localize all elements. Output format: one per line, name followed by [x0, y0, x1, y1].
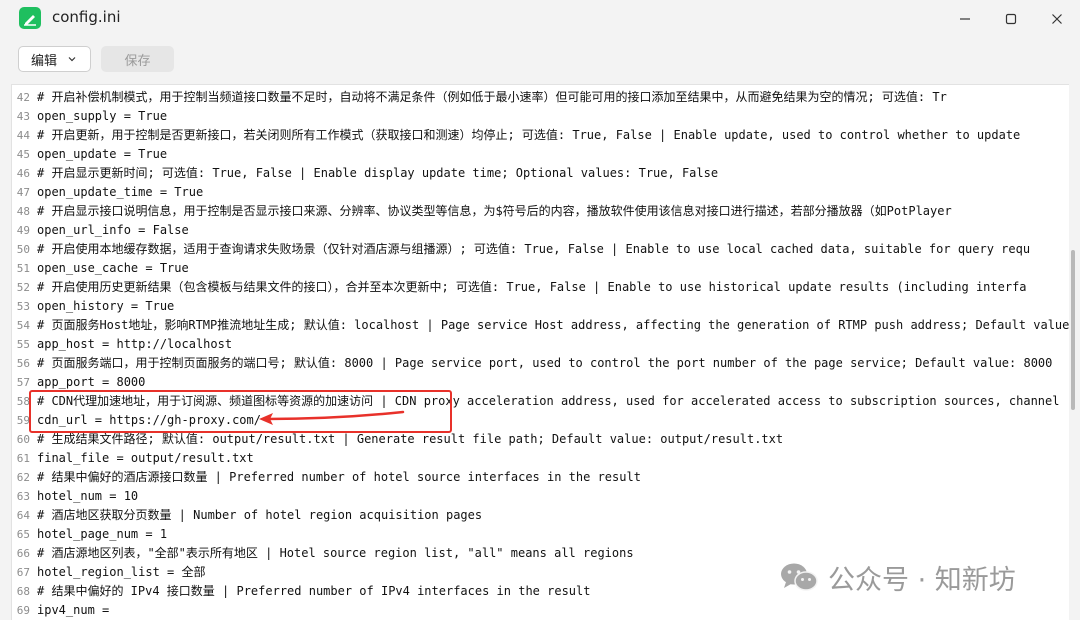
edit-label: 编辑: [31, 53, 58, 69]
vertical-scrollbar-thumb[interactable]: [1071, 250, 1075, 410]
line-number: 66: [16, 547, 30, 560]
line-text: # 开启显示接口说明信息，用于控制是否显示接口来源、分辨率、协议类型等信息，为$…: [37, 204, 952, 218]
code-line[interactable]: 64 # 酒店地区获取分页数量 | Number of hotel region …: [12, 506, 1069, 525]
line-number: 51: [16, 262, 30, 275]
line-text: # 结果中偏好的 IPv4 接口数量 | Preferred number of…: [37, 584, 591, 598]
save-button[interactable]: 保存: [101, 46, 174, 72]
maximize-button[interactable]: [988, 0, 1034, 38]
line-number: 56: [16, 357, 30, 370]
line-text: open_use_cache = True: [37, 261, 189, 275]
code-line[interactable]: 51 open_use_cache = True: [12, 259, 1069, 278]
line-number: 63: [16, 490, 30, 503]
code-line[interactable]: 54 # 页面服务Host地址，影响RTMP推流地址生成; 默认值: localh…: [12, 316, 1069, 335]
line-text: # 结果中偏好的酒店源接口数量 | Preferred number of ho…: [37, 470, 641, 484]
line-number: 53: [16, 300, 30, 313]
line-number: 62: [16, 471, 30, 484]
line-number: 54: [16, 319, 30, 332]
editor-lines: 42 # 开启补偿机制模式，用于控制当频道接口数量不足时，自动将不满足条件（例如低…: [12, 88, 1069, 620]
line-text: final_file = output/result.txt: [37, 451, 254, 465]
line-number: 59: [16, 414, 30, 427]
code-line[interactable]: 56 # 页面服务端口，用于控制页面服务的端口号; 默认值: 8000 | Pag…: [12, 354, 1069, 373]
line-number: 57: [16, 376, 30, 389]
line-text: # 开启使用历史更新结果（包含模板与结果文件的接口），合并至本次更新中; 可选值…: [37, 280, 1027, 294]
code-line[interactable]: 55 app_host = http://localhost: [12, 335, 1069, 354]
line-number: 47: [16, 186, 30, 199]
arrow-annotation-icon: [259, 410, 405, 425]
line-text: hotel_page_num = 1: [37, 527, 168, 541]
code-line[interactable]: 48 # 开启显示接口说明信息，用于控制是否显示接口来源、分辨率、协议类型等信息，…: [12, 202, 1069, 221]
code-line[interactable]: 52 # 开启使用历史更新结果（包含模板与结果文件的接口），合并至本次更新中; 可…: [12, 278, 1069, 297]
line-number: 60: [16, 433, 30, 446]
code-line[interactable]: 46 # 开启显示更新时间; 可选值: True, False | Enable …: [12, 164, 1069, 183]
line-number: 43: [16, 110, 30, 123]
text-editor[interactable]: 42 # 开启补偿机制模式，用于控制当频道接口数量不足时，自动将不满足条件（例如低…: [11, 84, 1069, 620]
line-text: # 开启补偿机制模式，用于控制当频道接口数量不足时，自动将不满足条件（例如低于最…: [37, 90, 947, 104]
code-line[interactable]: 61 final_file = output/result.txt: [12, 449, 1069, 468]
line-number: 42: [16, 91, 30, 104]
code-line[interactable]: 43 open_supply = True: [12, 107, 1069, 126]
code-line[interactable]: 53 open_history = True: [12, 297, 1069, 316]
line-number: 61: [16, 452, 30, 465]
line-text: ipv4_num =: [37, 603, 110, 617]
line-number: 65: [16, 528, 30, 541]
line-text: # 开启更新，用于控制是否更新接口，若关闭则所有工作模式（获取接口和测速）均停止…: [37, 128, 1021, 142]
line-number: 69: [16, 604, 30, 617]
line-number: 55: [16, 338, 30, 351]
code-line[interactable]: 42 # 开启补偿机制模式，用于控制当频道接口数量不足时，自动将不满足条件（例如低…: [12, 88, 1069, 107]
window-title: config.ini: [52, 8, 121, 26]
code-line[interactable]: 47 open_update_time = True: [12, 183, 1069, 202]
notepad-app-icon: [19, 7, 41, 29]
edit-menu-button[interactable]: 编辑: [18, 46, 91, 72]
wechat-icon: [780, 562, 818, 592]
line-number: 48: [16, 205, 30, 218]
line-number: 49: [16, 224, 30, 237]
code-line[interactable]: 69 ipv4_num =: [12, 601, 1069, 620]
code-line[interactable]: 45 open_update = True: [12, 145, 1069, 164]
line-number: 58: [16, 395, 30, 408]
line-text: app_host = http://localhost: [37, 337, 233, 351]
code-line[interactable]: 44 # 开启更新，用于控制是否更新接口，若关闭则所有工作模式（获取接口和测速）均…: [12, 126, 1069, 145]
line-text: # 酒店源地区列表，"全部"表示所有地区 | Hotel source regi…: [37, 546, 634, 560]
line-number: 45: [16, 148, 30, 161]
code-line[interactable]: 49 open_url_info = False: [12, 221, 1069, 240]
line-text: # 酒店地区获取分页数量 | Number of hotel region ac…: [37, 508, 483, 522]
line-text: # 开启显示更新时间; 可选值: True, False | Enable di…: [37, 166, 719, 180]
line-text: # 开启使用本地缓存数据，适用于查询请求失败场景（仅针对酒店源与组播源）; 可选…: [37, 242, 1031, 256]
watermark: 公众号 · 知新坊: [780, 560, 1016, 596]
line-text: hotel_num = 10: [37, 489, 139, 503]
save-label: 保存: [124, 53, 151, 69]
code-line[interactable]: 50 # 开启使用本地缓存数据，适用于查询请求失败场景（仅针对酒店源与组播源）; …: [12, 240, 1069, 259]
close-button[interactable]: [1034, 0, 1080, 38]
title-bar: config.ini: [0, 0, 1080, 38]
line-text: open_update = True: [37, 147, 168, 161]
chevron-down-icon: [67, 53, 77, 68]
line-number: 64: [16, 509, 30, 522]
line-text: open_history = True: [37, 299, 175, 313]
line-text: hotel_region_list = 全部: [37, 565, 206, 579]
watermark-text: 公众号 · 知新坊: [828, 564, 1016, 596]
line-text: open_update_time = True: [37, 185, 204, 199]
line-text: # 页面服务Host地址，影响RTMP推流地址生成; 默认值: localhos…: [37, 318, 1069, 332]
toolbar: 编辑 保存: [0, 38, 1080, 84]
code-line[interactable]: 62 # 结果中偏好的酒店源接口数量 | Preferred number of …: [12, 468, 1069, 487]
line-text: open_supply = True: [37, 109, 168, 123]
code-line[interactable]: 63 hotel_num = 10: [12, 487, 1069, 506]
line-text: open_url_info = False: [37, 223, 189, 237]
code-line[interactable]: 65 hotel_page_num = 1: [12, 525, 1069, 544]
line-number: 46: [16, 167, 30, 180]
line-text: # 页面服务端口，用于控制页面服务的端口号; 默认值: 8000 | Page …: [37, 356, 1053, 370]
line-number: 52: [16, 281, 30, 294]
minimize-button[interactable]: [942, 0, 988, 38]
line-number: 44: [16, 129, 30, 142]
line-number: 50: [16, 243, 30, 256]
line-number: 67: [16, 566, 30, 579]
line-number: 68: [16, 585, 30, 598]
